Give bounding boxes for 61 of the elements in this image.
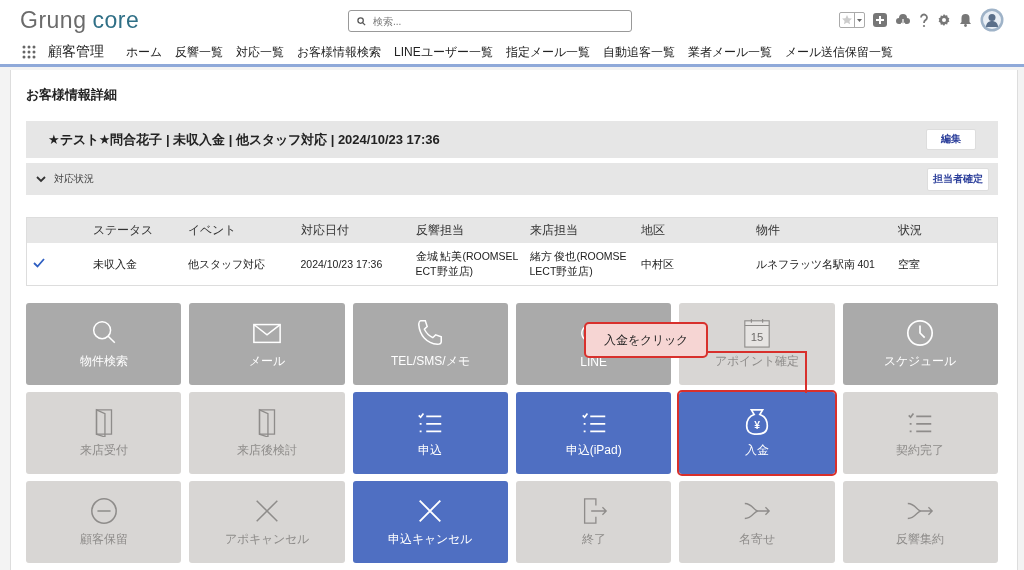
bell-icon[interactable] [959, 13, 972, 27]
search-icon [357, 17, 366, 26]
action-tile[interactable]: 来店受付 [26, 392, 182, 474]
table-cell: 2024/10/23 17:36 [294, 243, 410, 286]
app-launcher-icon[interactable] [22, 45, 36, 59]
nav-link[interactable]: 指定メール一覧 [505, 43, 590, 61]
cloud-icon[interactable] [895, 13, 911, 27]
edit-button[interactable]: 編集 [926, 129, 976, 150]
favorites-button[interactable] [839, 12, 865, 28]
action-tile[interactable]: 来店後検討 [189, 392, 345, 474]
callout-tooltip: 入金をクリック [584, 322, 708, 358]
assign-staff-button[interactable]: 担当者確定 [927, 167, 989, 191]
action-tile[interactable]: 終了 [516, 481, 672, 563]
table-cell: ルネフラッツ名駅南 401 [749, 243, 892, 286]
action-tile[interactable]: 名寄せ [679, 481, 835, 563]
action-tile[interactable]: ¥ 入金 [679, 392, 835, 474]
table-cell: 空室 [891, 243, 998, 286]
action-tile[interactable]: 顧客保留 [26, 481, 182, 563]
column-header: 物件 [749, 217, 892, 243]
minus-circle-icon [88, 496, 119, 526]
action-tile[interactable]: 申込キャンセル [352, 481, 508, 563]
nav-link[interactable]: LINEユーザー一覧 [394, 43, 493, 61]
table-cell: 中村区 [634, 243, 750, 286]
column-header: 状況 [891, 217, 998, 243]
table-cell: 緒方 俊也(ROOMSELECT野並店) [523, 243, 635, 286]
column-header: 反響担当 [409, 217, 524, 243]
check-icon[interactable] [33, 257, 45, 268]
column-header: 来店担当 [523, 217, 635, 243]
nav-link[interactable]: お客様情報検索 [297, 43, 381, 61]
nav-link[interactable]: 自動追客一覧 [602, 43, 675, 61]
clock-icon [905, 318, 936, 348]
app-name: 顧客管理 [48, 43, 104, 61]
nav-link[interactable]: 反響一覧 [175, 43, 223, 61]
column-header: 対応日付 [294, 217, 410, 243]
plus-icon[interactable] [873, 13, 887, 27]
calendar-icon: 15 [742, 318, 772, 348]
action-tile[interactable]: 申込(iPad) [516, 392, 672, 474]
action-tile[interactable]: アポキャンセル [189, 481, 345, 563]
settings-icon[interactable] [937, 13, 951, 27]
star-icon [840, 13, 854, 27]
nav-link[interactable]: メール送信保留一覧 [784, 43, 893, 61]
action-tile[interactable]: 申込 [352, 392, 508, 474]
table-cell: 金城 鮎美(ROOMSELECT野並店) [409, 243, 524, 286]
avatar-icon[interactable] [980, 8, 1004, 32]
table-cell: 他スタッフ対応 [181, 243, 295, 286]
nav-link[interactable]: 対応一覧 [236, 43, 284, 61]
record-title: ★テスト★問合花子 | 未収入金 | 他スタッフ対応 | 2024/10/23 17:36 [48, 130, 440, 149]
page-title: お客様情報詳細 [26, 86, 118, 104]
help-icon[interactable] [919, 12, 929, 28]
nav-link[interactable]: 業者メール一覧 [687, 43, 772, 61]
table-cell: 未収入金 [86, 243, 182, 286]
section-header[interactable]: 対応状況 担当者確定 [26, 163, 998, 195]
action-tile[interactable]: 反響集約 [842, 481, 998, 563]
section-label: 対応状況 [54, 172, 94, 186]
nav-link[interactable]: ホーム [126, 43, 162, 61]
column-header: 地区 [634, 217, 750, 243]
column-header: イベント [181, 217, 295, 243]
action-tile[interactable]: 契約完了 [842, 392, 998, 474]
search-field[interactable]: 検索... [348, 10, 632, 32]
logo: Grung core [20, 6, 140, 34]
column-header: ステータス [86, 217, 182, 243]
